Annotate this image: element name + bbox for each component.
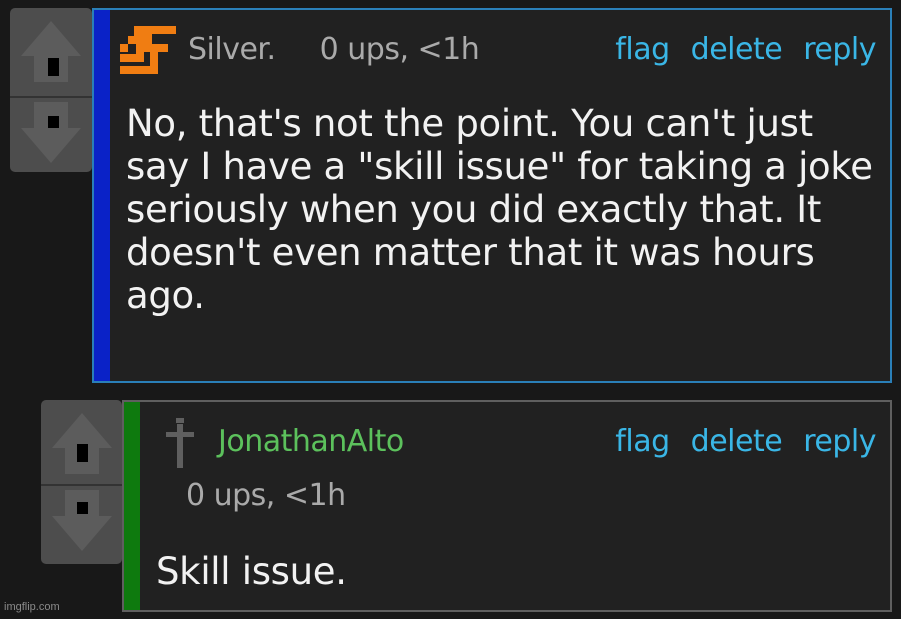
comment-2: JonathanAlto flag delete reply 0 ups, <1…: [122, 400, 892, 612]
downvote-button[interactable]: [16, 98, 86, 168]
downvote-arrow-icon: [52, 490, 112, 551]
upvote-marker: [77, 444, 88, 462]
upvote-button[interactable]: [47, 408, 117, 478]
comment-meta: Silver. 0 ups, <1h: [188, 32, 480, 67]
comment-body: Skill issue.: [156, 550, 347, 593]
flag-link[interactable]: flag: [615, 32, 670, 67]
comment-1: Silver. 0 ups, <1h flag delete reply No,…: [92, 8, 892, 383]
comment-body: No, that's not the point. You can't just…: [126, 102, 873, 317]
avatar-silver[interactable]: [118, 22, 178, 78]
downvote-marker: [48, 116, 59, 128]
delete-link[interactable]: delete: [691, 424, 783, 459]
comment-actions: flag delete reply: [615, 32, 876, 67]
downvote-arrow-icon: [21, 102, 81, 163]
downvote-marker: [77, 502, 88, 514]
upvote-marker: [48, 58, 59, 76]
vote-box-2: [41, 400, 122, 564]
score: 0 ups, <1h: [319, 32, 480, 67]
vote-box-1: [10, 8, 92, 172]
reply-link[interactable]: reply: [803, 32, 876, 67]
comment-actions: flag delete reply: [615, 424, 876, 459]
delete-link[interactable]: delete: [691, 32, 783, 67]
avatar-jonathanalto[interactable]: [164, 414, 196, 470]
downvote-button[interactable]: [47, 486, 117, 556]
username[interactable]: Silver.: [188, 32, 276, 67]
comment-thread-bar: [94, 10, 110, 381]
flag-link[interactable]: flag: [615, 424, 670, 459]
watermark: imgflip.com: [4, 601, 60, 613]
comment-thread-bar: [124, 402, 140, 610]
grey-cross-icon: [166, 418, 194, 468]
orange-s-logo-icon: [120, 26, 176, 74]
score: 0 ups, <1h: [186, 478, 346, 513]
username[interactable]: JonathanAlto: [218, 424, 404, 459]
upvote-arrow-icon: [52, 413, 112, 474]
comment-username-line: JonathanAlto: [218, 424, 404, 459]
reply-link[interactable]: reply: [803, 424, 876, 459]
